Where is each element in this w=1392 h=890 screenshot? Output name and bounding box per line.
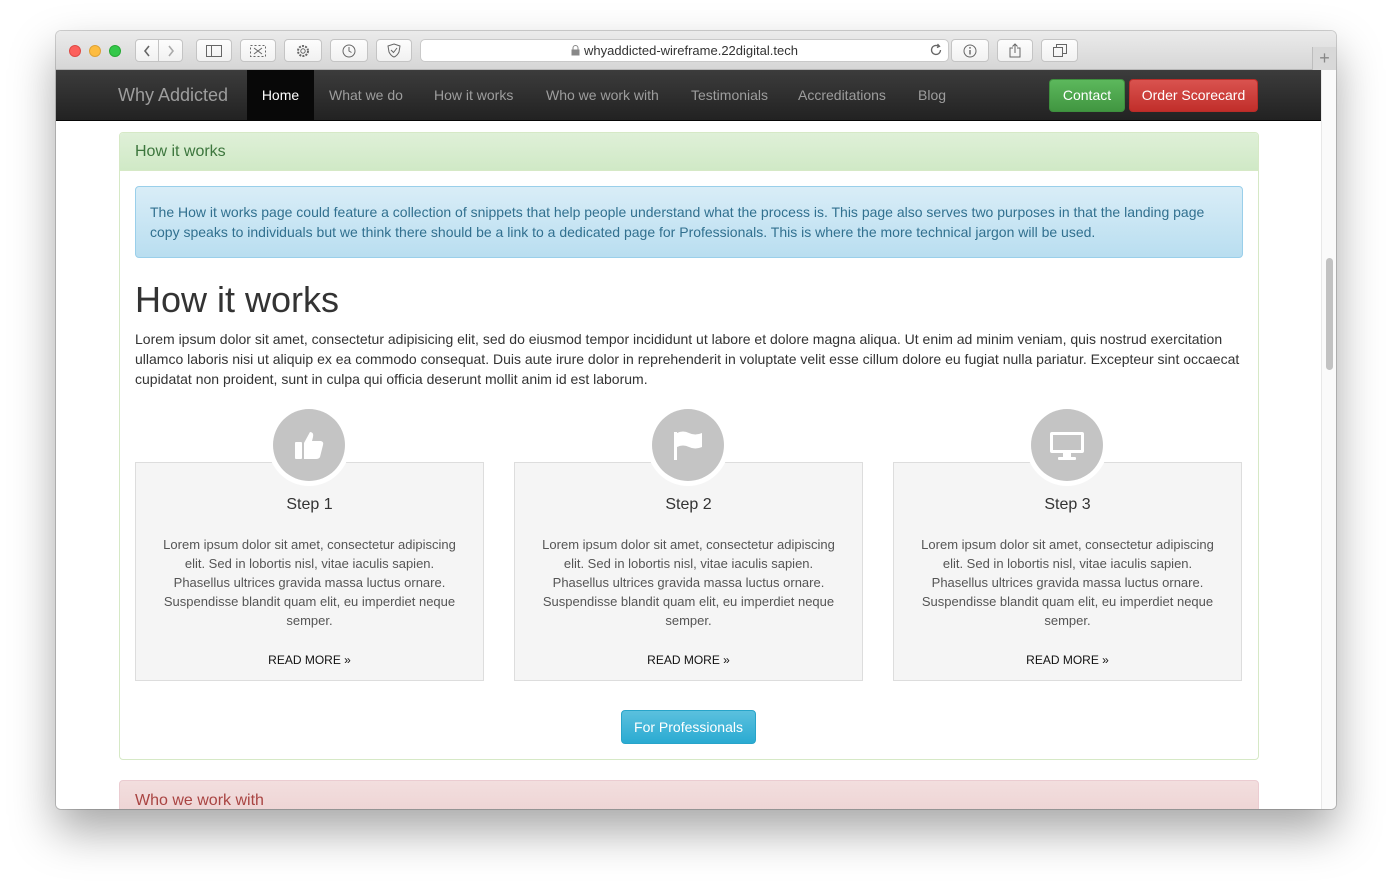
tabs-button[interactable]: [1041, 39, 1078, 62]
info-icon: [963, 44, 977, 57]
browser-toolbar: whyaddicted-wireframe.22digital.tech +: [56, 31, 1336, 70]
back-button[interactable]: [135, 39, 159, 62]
read-more-link[interactable]: READ MORE »: [515, 653, 862, 667]
history-nav: [135, 39, 183, 62]
step-text: Lorem ipsum dolor sit amet, consectetur …: [542, 537, 835, 628]
sidebar-button[interactable]: [196, 39, 232, 62]
site-navbar: Why Addicted Home What we do How it work…: [56, 70, 1321, 121]
privacy-button[interactable]: [376, 39, 412, 62]
for-professionals-button[interactable]: For Professionals: [621, 710, 756, 744]
nav-home[interactable]: Home: [247, 70, 314, 121]
nav-blog[interactable]: Blog: [918, 70, 946, 121]
nav-how-it-works[interactable]: How it works: [434, 70, 513, 121]
browser-window: whyaddicted-wireframe.22digital.tech + W…: [56, 31, 1336, 809]
step-text: Lorem ipsum dolor sit amet, consectetur …: [163, 537, 456, 628]
monitor-icon: [1050, 432, 1084, 460]
who-we-work-with-panel: Who we work with: [119, 780, 1259, 809]
lock-icon: [571, 45, 580, 56]
reload-icon[interactable]: [929, 43, 943, 60]
forward-button[interactable]: [159, 39, 183, 62]
chevron-left-icon: [143, 45, 150, 56]
nav-testimonials[interactable]: Testimonials: [691, 70, 768, 121]
close-window-button[interactable]: [69, 45, 81, 57]
clipper-button[interactable]: [240, 39, 276, 62]
url-text: whyaddicted-wireframe.22digital.tech: [584, 43, 798, 58]
minimize-window-button[interactable]: [89, 45, 101, 57]
maximize-window-button[interactable]: [109, 45, 121, 57]
step-card: Step 2 Lorem ipsum dolor sit amet, conse…: [514, 462, 863, 681]
how-it-works-panel: How it works The How it works page could…: [119, 132, 1259, 760]
nav-what-we-do[interactable]: What we do: [329, 70, 403, 121]
step-card: Step 3 Lorem ipsum dolor sit amet, conse…: [893, 462, 1242, 681]
contact-button[interactable]: Contact: [1049, 79, 1125, 112]
sidebar-icon: [206, 44, 222, 57]
step-text: Lorem ipsum dolor sit amet, consectetur …: [921, 537, 1214, 628]
nav-accreditations[interactable]: Accreditations: [798, 70, 886, 121]
intro-paragraph: Lorem ipsum dolor sit amet, consectetur …: [135, 331, 1240, 387]
read-more-link[interactable]: READ MORE »: [894, 653, 1241, 667]
vertical-scrollbar[interactable]: [1321, 70, 1336, 809]
new-tab-button[interactable]: +: [1312, 47, 1336, 70]
scrollbar-thumb[interactable]: [1326, 258, 1333, 370]
tabs-overview-icon: [1052, 44, 1067, 57]
step-title: Step 3: [1044, 496, 1091, 513]
address-bar[interactable]: whyaddicted-wireframe.22digital.tech: [420, 39, 949, 62]
scissors-icon: [250, 44, 266, 57]
share-icon: [1009, 43, 1021, 58]
clock-icon: [342, 44, 356, 57]
step-icon-badge: [268, 404, 350, 486]
info-alert: The How it works page could feature a co…: [135, 186, 1243, 258]
site-brand[interactable]: Why Addicted: [118, 85, 228, 106]
step-card: Step 1 Lorem ipsum dolor sit amet, conse…: [135, 462, 484, 681]
chevron-right-icon: [167, 45, 174, 56]
shield-icon: [387, 43, 401, 58]
order-scorecard-button[interactable]: Order Scorecard: [1129, 79, 1258, 112]
share-button[interactable]: [997, 39, 1033, 62]
settings-button[interactable]: [284, 39, 322, 62]
thumbs-up-icon: [295, 432, 324, 459]
step-icon-badge: [1026, 404, 1108, 486]
read-more-link[interactable]: READ MORE »: [136, 653, 483, 667]
step-title: Step 2: [665, 496, 712, 513]
gear-icon: [297, 44, 309, 57]
nav-who-we-work-with[interactable]: Who we work with: [546, 70, 659, 121]
info-button[interactable]: [951, 39, 989, 62]
panel-heading: Who we work with: [135, 792, 264, 809]
flag-icon: [674, 431, 702, 460]
step-title: Step 1: [286, 496, 333, 513]
page-title: How it works: [135, 279, 340, 320]
panel-heading: How it works: [120, 133, 1258, 171]
history-button[interactable]: [330, 39, 368, 62]
page-viewport: Why Addicted Home What we do How it work…: [56, 70, 1321, 809]
step-icon-badge: [647, 404, 729, 486]
